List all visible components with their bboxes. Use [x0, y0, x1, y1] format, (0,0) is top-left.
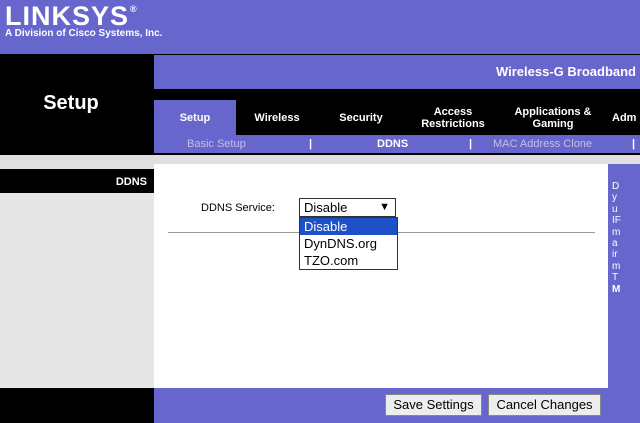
left-panel [0, 193, 154, 388]
select-value: Disable [304, 200, 348, 215]
tab-access-restrictions[interactable]: Access Restrictions [410, 100, 496, 135]
option-tzo[interactable]: TZO.com [300, 252, 397, 269]
help-line: M [612, 283, 621, 295]
ddns-service-dropdown-list: Disable DynDNS.org TZO.com [299, 217, 398, 270]
help-line: IF [612, 215, 621, 227]
help-line: D [612, 181, 620, 192]
tab-wireless[interactable]: Wireless [238, 100, 316, 135]
option-disable[interactable]: Disable [300, 218, 397, 235]
help-line: m [612, 226, 621, 238]
help-line: m [612, 260, 621, 272]
help-line: y [612, 192, 617, 204]
subtab-separator: | [469, 138, 473, 150]
bottom-left-bar [0, 388, 154, 423]
logo-subtitle: A Division of Cisco Systems, Inc. [5, 28, 163, 39]
product-name: Wireless-G Broadband [495, 64, 636, 79]
left-panel-label: DDNS [115, 176, 147, 188]
save-settings-button[interactable]: Save Settings [385, 394, 482, 416]
cancel-changes-button[interactable]: Cancel Changes [488, 394, 601, 416]
subtab-ddns[interactable]: DDNS [377, 138, 408, 150]
help-text: D y u IF m a ir m T M [612, 181, 621, 295]
help-line: a [612, 237, 618, 249]
subtab-basic-setup[interactable]: Basic Setup [187, 138, 246, 150]
tab-administration[interactable]: Adm [612, 100, 640, 135]
section-title: Setup [43, 92, 99, 114]
subtab-separator: | [309, 138, 313, 150]
ddns-service-label: DDNS Service: [201, 202, 275, 214]
ddns-service-select[interactable]: Disable ▼ [299, 198, 396, 217]
option-dyndns[interactable]: DynDNS.org [300, 235, 397, 252]
tab-security[interactable]: Security [322, 100, 400, 135]
help-line: u [612, 203, 618, 215]
tab-setup[interactable]: Setup [154, 100, 236, 135]
dropdown-arrow-icon: ▼ [379, 201, 390, 213]
help-line: ir [612, 249, 618, 261]
subtab-mac-address-clone[interactable]: MAC Address Clone [493, 138, 592, 150]
help-line: T [612, 272, 619, 284]
tab-applications-gaming[interactable]: Applications & Gaming [507, 100, 599, 135]
subtab-separator: | [632, 138, 636, 150]
